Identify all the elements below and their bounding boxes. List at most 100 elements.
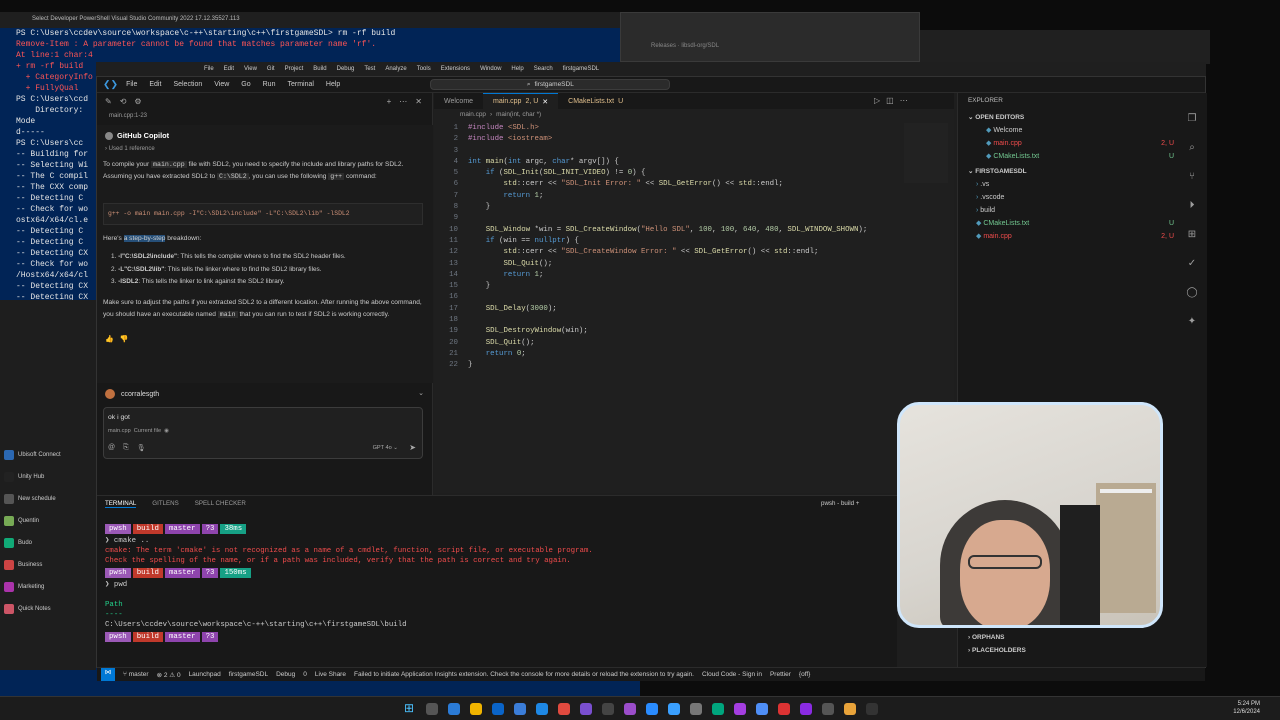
placeholders-section[interactable]: › PLACEHOLDERS (958, 644, 1208, 657)
current-file-chip[interactable]: main.cpp Current file ◉ (108, 428, 169, 434)
open-editors-section[interactable]: ⌄ OPEN EDITORS (958, 111, 1208, 124)
cloud-code-status[interactable]: Cloud Code - Sign in (702, 671, 762, 678)
menu-item-selection[interactable]: Selection (173, 81, 202, 88)
vs-menu-item[interactable]: Tools (417, 66, 431, 72)
check-icon[interactable]: ✓ (1188, 258, 1196, 269)
explorer-item[interactable]: › build (958, 204, 1208, 217)
more-icon[interactable]: ⋯ (399, 97, 407, 106)
edge-icon[interactable] (448, 703, 460, 715)
menu-item-run[interactable]: Run (263, 81, 276, 88)
branch-status[interactable]: ⑂ master (123, 671, 149, 678)
vscode-icon[interactable] (514, 703, 526, 715)
code-line[interactable]: 19 SDL_DestroyWindow(win); (434, 326, 954, 337)
explorer-item[interactable]: › .vscode (958, 191, 1208, 204)
editor-tab[interactable]: main.cpp 2, U ✕ (483, 93, 559, 109)
menu-item-terminal[interactable]: Terminal (287, 81, 313, 88)
debug-icon[interactable]: ⏵ (1190, 200, 1195, 211)
launchpad-status[interactable]: Launchpad (189, 671, 221, 678)
app-icon-7[interactable] (734, 703, 746, 715)
minimap[interactable] (904, 123, 948, 183)
code-line[interactable]: 21 return 0; (434, 349, 954, 360)
code-line[interactable]: 22} (434, 360, 954, 371)
chrome-icon[interactable] (558, 703, 570, 715)
app-icon-12[interactable] (844, 703, 856, 715)
more-icon[interactable]: ⋯ (900, 96, 908, 105)
off-status[interactable]: {off} (799, 671, 810, 678)
code-line[interactable]: 18 (434, 315, 954, 326)
vs-menu-item[interactable]: Analyze (385, 66, 406, 72)
vs-menu-item[interactable]: Build (313, 66, 326, 72)
explorer-item[interactable]: ◆ main.cpp 2, U (958, 137, 1208, 150)
code-line[interactable]: 5 if (SDL_Init(SDL_INIT_VIDEO) != 0) { (434, 168, 954, 179)
extensions-icon[interactable]: ⊞ (1188, 229, 1196, 240)
remote-icon[interactable]: ⋈ (101, 668, 115, 681)
prettier-status[interactable]: Prettier (770, 671, 791, 678)
gear-icon[interactable]: ⚙ (134, 97, 141, 106)
app-icon[interactable] (536, 703, 548, 715)
at-icon[interactable]: @ (108, 444, 115, 452)
app-icon-4[interactable] (668, 703, 680, 715)
vs-menu-item[interactable]: Help (511, 66, 523, 72)
app-icon-11[interactable] (822, 703, 834, 715)
dock-item[interactable]: Quick Notes (4, 604, 51, 614)
app-icon-2[interactable] (580, 703, 592, 715)
vs-menu-item[interactable]: Extensions (441, 66, 470, 72)
explorer-item[interactable]: ◆ CMakeLists.txt U (958, 150, 1208, 163)
code-line[interactable]: 11 if (win == nullptr) { (434, 236, 954, 247)
explorer-item[interactable]: ◆ Welcome (958, 124, 1208, 137)
code-line[interactable]: 13 SDL_Quit(); (434, 259, 954, 270)
editor-tab[interactable]: CMakeLists.txt U (558, 93, 633, 109)
add-icon[interactable]: + (387, 97, 392, 106)
chat-input-text[interactable]: ok i got (108, 414, 130, 421)
vs-menu-item[interactable]: Window (480, 66, 501, 72)
file-reference[interactable]: main.cpp:1-23 (109, 113, 147, 119)
code-line[interactable]: 17 SDL_Delay(3000); (434, 304, 954, 315)
code-line[interactable]: 2 #include <iostream> (434, 134, 954, 145)
used-references[interactable]: › Used 1 reference (105, 146, 155, 152)
code-line[interactable]: 4 int main(int argc, char* argv[]) { (434, 157, 954, 168)
project-status[interactable]: firstgameSDL (229, 671, 268, 678)
clock[interactable]: 5:24 PM 12/6/2024 (1233, 700, 1260, 716)
code-line[interactable]: 6 std::cerr << "SDL_Init Error: " << SDL… (434, 179, 954, 190)
code-line[interactable]: 8 } (434, 202, 954, 213)
app-icon-3[interactable] (602, 703, 614, 715)
dock-item[interactable]: Unity Hub (4, 472, 44, 482)
dock-item[interactable]: Business (4, 560, 42, 570)
menu-item-file[interactable]: File (126, 81, 137, 88)
attach-icon[interactable]: ⎘ (123, 444, 129, 452)
vs-menu-item[interactable]: File (204, 66, 214, 72)
terminal-shell[interactable]: pwsh - build + (821, 500, 859, 507)
zero-status[interactable]: 0 (303, 671, 307, 678)
split-icon[interactable]: ◫ (886, 96, 894, 105)
search-icon[interactable] (426, 703, 438, 715)
explorer-item[interactable]: ◆ CMakeLists.txt U (958, 217, 1208, 230)
account-icon[interactable]: ◯ (1186, 287, 1197, 298)
folder-icon[interactable] (470, 703, 482, 715)
dock-item[interactable]: Quentin (4, 516, 39, 526)
breadcrumb-file[interactable]: main.cpp (460, 111, 486, 118)
code-line[interactable]: 12 std::cerr << "SDL_CreateWindow Error:… (434, 247, 954, 258)
code-line[interactable]: 10 SDL_Window *win = SDL_CreateWindow("H… (434, 225, 954, 236)
vs-menu-item[interactable]: Edit (224, 66, 234, 72)
breadcrumb-symbol[interactable]: main(int, char *) (496, 111, 541, 118)
explorer-item[interactable]: ◆ main.cpp 2, U (958, 230, 1208, 243)
search-icon[interactable]: ⌕ (1189, 142, 1195, 153)
menu-item-edit[interactable]: Edit (149, 81, 161, 88)
command-center[interactable]: ⌕ firstgameSDL (430, 79, 671, 90)
source-control-icon[interactable]: ⑂ (1189, 171, 1195, 182)
code-line[interactable]: 1 #include <SDL.h> (434, 123, 954, 134)
dock-item[interactable]: New schedule (4, 494, 56, 504)
orphans-section[interactable]: › ORPHANS (958, 631, 1208, 644)
close-icon[interactable]: ✕ (542, 98, 548, 106)
send-icon[interactable]: ➤ (409, 443, 416, 452)
terminal-tab[interactable]: TERMINAL (105, 500, 137, 508)
code-line[interactable]: 15 } (434, 281, 954, 292)
problems-status[interactable]: ⊗ 2 ⚠ 0 (157, 671, 181, 679)
chat-input[interactable]: ok i got main.cpp Current file ◉ @ ⎘ 🎙 GPT… (103, 407, 423, 459)
menu-item-help[interactable]: Help (326, 81, 340, 88)
code-line[interactable]: 9 (434, 213, 954, 224)
chevron-down-icon[interactable]: ⌄ (418, 389, 424, 397)
outlook-icon[interactable] (492, 703, 504, 715)
history-icon[interactable]: ⟲ (120, 97, 127, 106)
close-icon[interactable]: ✕ (415, 97, 422, 106)
